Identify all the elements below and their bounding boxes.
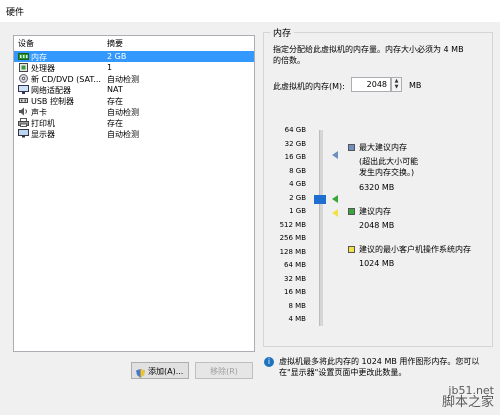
hardware-dialog: 硬件 设备 摘要 内存 2 GB 处理器 1 新 CD/DVD (SAT... …	[0, 0, 500, 415]
max-recommended-swatch	[348, 144, 355, 151]
device-row-processor[interactable]: 处理器 1	[14, 62, 254, 73]
max-recommended-marker	[332, 151, 338, 159]
recommended-marker	[332, 195, 338, 203]
add-button[interactable]: 添加(A)...	[131, 362, 189, 379]
sound-icon	[18, 107, 29, 116]
scale-tick-label: 4 MB	[288, 315, 306, 323]
window-title: 硬件	[6, 8, 25, 18]
device-list-header: 设备 摘要	[14, 36, 254, 49]
device-summary: 1	[107, 63, 113, 72]
memory-slider-thumb[interactable]	[314, 195, 326, 204]
scale-tick-label: 32 GB	[284, 139, 306, 148]
scale-tick-label: 4 GB	[289, 180, 306, 188]
memory-scale-labels: 64 GB 32 GB 16 GB 8 GB 4 GB 2 GB 1 GB 51…	[270, 126, 306, 326]
device-row-usb-controller[interactable]: USB 控制器 存在	[14, 95, 254, 106]
device-summary: NAT	[107, 85, 123, 94]
memory-unit: MB	[409, 81, 422, 90]
max-recommended-value: 6320 MB	[359, 183, 395, 192]
device-summary: 2 GB	[107, 52, 127, 61]
device-row-network-adapter[interactable]: 网络适配器 NAT	[14, 84, 254, 95]
memory-spinner[interactable]: ▲ ▼	[391, 77, 402, 92]
device-row-display[interactable]: 显示器 自动检测	[14, 128, 254, 139]
min-guest-swatch	[348, 246, 355, 253]
min-guest-value: 1024 MB	[359, 259, 395, 268]
memory-slider-track[interactable]	[319, 130, 323, 326]
printer-icon	[18, 118, 29, 127]
scale-tick-label: 512 MB	[279, 220, 306, 229]
spin-down-icon[interactable]: ▼	[392, 84, 401, 90]
recommended-title: 建议内存	[359, 207, 391, 216]
title-bar: 硬件	[0, 0, 500, 22]
remove-button[interactable]: 移除(R)	[195, 362, 253, 379]
recommended-value: 2048 MB	[359, 221, 395, 230]
memory-description: 指定分配给此虚拟机的内存量。内存大小必须为 4 MB 的倍数。	[273, 45, 464, 65]
usb-icon	[18, 96, 29, 105]
device-row-memory[interactable]: 内存 2 GB	[14, 51, 254, 62]
info-icon: i	[264, 357, 274, 367]
max-recommended-note: (超出此大小可能 发生内存交换。)	[359, 157, 419, 177]
remove-button-label: 移除(R)	[210, 367, 238, 376]
display-icon	[18, 129, 29, 138]
graphics-memory-info: 虚拟机最多将此内存的 1024 MB 用作图形内存。您可以在"显示器"设置页面中…	[279, 357, 480, 377]
memory-group-title: 内存	[270, 26, 295, 39]
scale-tick-label: 16 GB	[284, 153, 306, 161]
shield-icon	[136, 367, 145, 378]
min-guest-marker	[332, 209, 338, 217]
cpu-icon	[18, 63, 29, 72]
scale-tick-label: 2 GB	[289, 193, 306, 202]
max-recommended-title: 最大建议内存	[359, 143, 407, 152]
scale-tick-label: 8 MB	[288, 301, 306, 310]
scale-tick-label: 128 MB	[279, 247, 306, 256]
scale-tick-label: 32 MB	[284, 274, 306, 283]
device-row-sound-card[interactable]: 声卡 自动检测	[14, 106, 254, 117]
watermark-name: 脚本之家	[441, 395, 494, 410]
memory-size-input[interactable]: 2048	[351, 77, 391, 92]
dialog-body: 设备 摘要 内存 2 GB 处理器 1 新 CD/DVD (SAT... 自动检…	[0, 22, 500, 415]
scale-tick-label: 256 MB	[279, 234, 306, 242]
recommended-swatch	[348, 208, 355, 215]
scale-tick-label: 16 MB	[284, 288, 306, 296]
scale-tick-label: 1 GB	[289, 207, 306, 215]
scale-tick-label: 64 GB	[284, 126, 306, 134]
scale-tick-label: 64 MB	[284, 261, 306, 269]
cd-icon	[18, 74, 29, 83]
device-summary: 自动检测	[107, 130, 139, 139]
add-button-label: 添加(A)...	[148, 367, 184, 376]
device-row-cd-dvd[interactable]: 新 CD/DVD (SAT... 自动检测	[14, 73, 254, 84]
column-header-device[interactable]: 设备	[18, 38, 34, 49]
min-guest-title: 建议的最小客户机操作系统内存	[359, 245, 471, 254]
memory-icon	[18, 52, 29, 61]
device-row-printer[interactable]: 打印机 存在	[14, 117, 254, 128]
column-header-summary[interactable]: 摘要	[107, 38, 123, 49]
device-list[interactable]: 设备 摘要 内存 2 GB 处理器 1 新 CD/DVD (SAT... 自动检…	[13, 35, 255, 352]
network-icon	[18, 85, 29, 94]
memory-field-label: 此虚拟机的内存(M):	[273, 82, 345, 91]
scale-tick-label: 8 GB	[289, 166, 306, 175]
device-name: 显示器	[31, 130, 55, 139]
watermark: jb51.net 脚本之家	[441, 385, 494, 410]
